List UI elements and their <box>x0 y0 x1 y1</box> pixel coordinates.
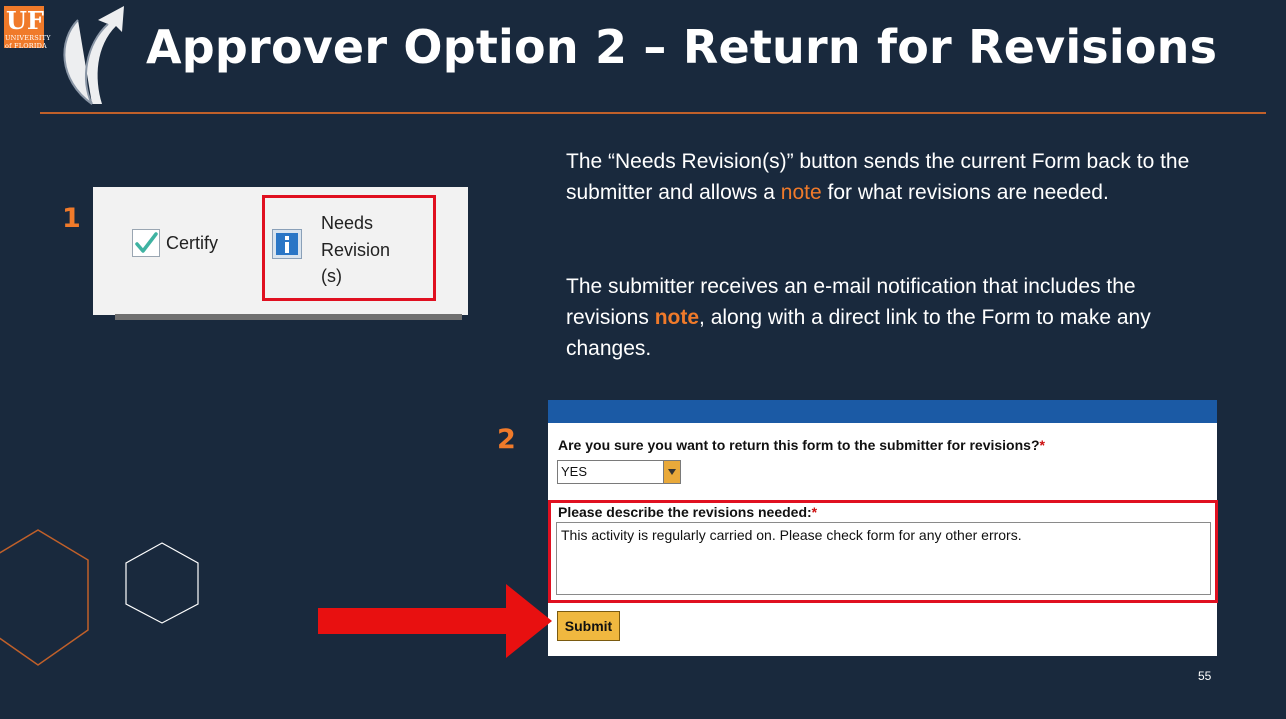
step-1-number: 1 <box>62 203 81 234</box>
p1-text-b: for what revisions are needed. <box>821 181 1109 204</box>
pointer-arrow-icon <box>318 584 552 658</box>
uf-logo: UF UNIVERSITY of FLORIDA <box>4 6 51 50</box>
dropdown-arrow-icon[interactable] <box>663 461 680 483</box>
slide-title: Approver Option 2 – Return for Revisions <box>146 20 1218 74</box>
return-confirm-select[interactable]: YES <box>557 460 681 484</box>
return-arrow-icon <box>63 6 124 105</box>
select-value: YES <box>561 464 588 479</box>
return-question-label: Are you sure you want to return this for… <box>558 437 1045 453</box>
certify-checkmark-icon[interactable] <box>132 229 160 257</box>
revisions-highlight <box>548 500 1218 603</box>
step-2-number: 2 <box>497 424 516 455</box>
form-header-bar <box>548 400 1217 423</box>
page-number: 55 <box>1198 669 1212 683</box>
certify-button-label[interactable]: Certify <box>166 233 218 254</box>
slide: UF UNIVERSITY of FLORIDA Approver Option… <box>0 0 1286 719</box>
needs-revision-highlight <box>262 195 436 301</box>
description-paragraph-2: The submitter receives an e-mail notific… <box>566 271 1216 364</box>
hexagon-decoration-icon <box>0 529 199 666</box>
required-asterisk: * <box>1039 437 1045 453</box>
p1-note-highlight: note <box>780 181 822 204</box>
question-text: Are you sure you want to return this for… <box>558 437 1040 453</box>
description-paragraph-1: The “Needs Revision(s)” button sends the… <box>566 146 1216 208</box>
p2-note-highlight: note <box>654 306 700 329</box>
toolbar-scrollbar <box>115 314 462 320</box>
submit-button[interactable]: Submit <box>557 611 620 641</box>
logo-subtext: UNIVERSITY of FLORIDA <box>5 34 51 50</box>
title-divider <box>40 112 1266 114</box>
logo-text: UF <box>6 6 44 35</box>
